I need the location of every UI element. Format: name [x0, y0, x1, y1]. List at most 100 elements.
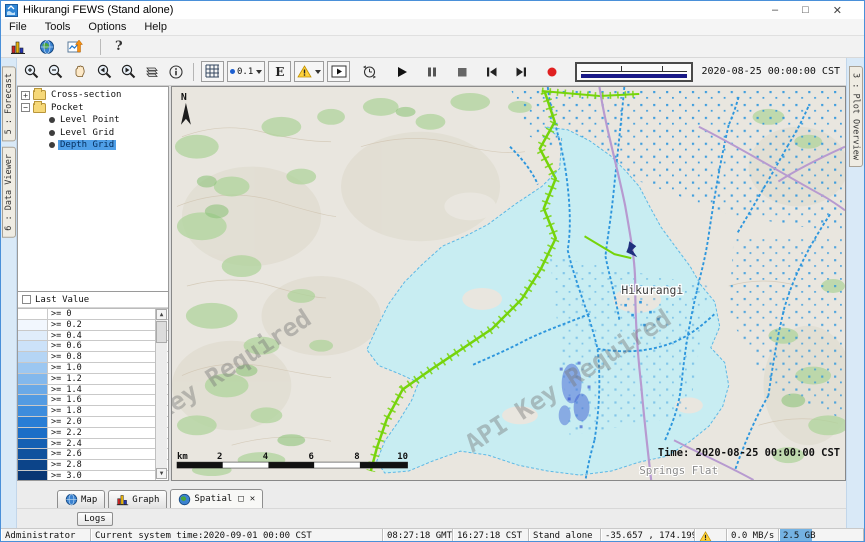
- legend-swatch: [18, 395, 48, 405]
- layers-icon[interactable]: [141, 62, 162, 82]
- legend-row: >= 1.2: [18, 374, 168, 385]
- svg-text:6: 6: [308, 452, 313, 462]
- step-back-icon[interactable]: [481, 62, 502, 82]
- tab-close-icon[interactable]: ✕: [250, 494, 255, 504]
- expand-icon[interactable]: +: [21, 91, 30, 100]
- legend-row: >= 0: [18, 309, 168, 320]
- town-label: Hikurangi: [621, 283, 683, 297]
- menu-options[interactable]: Options: [88, 21, 126, 33]
- tree-item-depth-grid[interactable]: Depth Grid: [18, 139, 168, 152]
- svg-text:km: km: [177, 452, 188, 462]
- last-value-checkbox[interactable]: [22, 295, 31, 304]
- help-icon[interactable]: ?: [115, 39, 123, 54]
- status-system-time: Current system time:2020-09-01 00:00 CST: [91, 529, 383, 542]
- legend-row: >= 0.8: [18, 352, 168, 363]
- legend-row: >= 0.2: [18, 320, 168, 331]
- legend-scrollbar[interactable]: ▲ ▼: [155, 309, 167, 479]
- step-forward-icon[interactable]: [511, 62, 532, 82]
- pause-icon[interactable]: [421, 62, 442, 82]
- contour-interval-value: 0.1: [237, 67, 253, 77]
- logs-row: Logs: [17, 508, 846, 528]
- tree-item-level-point[interactable]: Level Point: [18, 114, 168, 127]
- status-memory: 2.5 GB: [779, 529, 864, 542]
- tab-data-viewer[interactable]: 6 : Data Viewer: [2, 147, 16, 238]
- svg-text:N: N: [181, 92, 187, 103]
- legend-swatch: [18, 460, 48, 470]
- window-title: Hikurangi FEWS (Stand alone): [23, 4, 173, 16]
- elevation-button[interactable]: E: [268, 61, 291, 82]
- map-view[interactable]: API Key Required API Key Required Hikura…: [171, 86, 846, 481]
- info-icon[interactable]: [165, 62, 186, 82]
- folder-icon: [33, 90, 46, 100]
- legend-row: >= 1.4: [18, 385, 168, 396]
- bar-chart-display-icon[interactable]: [7, 37, 28, 57]
- scroll-up-icon[interactable]: ▲: [156, 309, 167, 320]
- menu-tools[interactable]: Tools: [45, 21, 71, 33]
- scrollbar-thumb[interactable]: [156, 321, 167, 343]
- tab-forecast[interactable]: 5 : Forecast: [2, 66, 16, 141]
- area-label: Springs Flat: [639, 464, 718, 477]
- tab-graph[interactable]: Graph: [108, 490, 167, 508]
- close-button[interactable]: ✕: [833, 4, 842, 17]
- collapse-icon[interactable]: −: [21, 103, 30, 112]
- scroll-down-icon[interactable]: ▼: [156, 468, 167, 479]
- left-panel: + Cross-section − Pocket Level P: [17, 86, 169, 481]
- zoom-out-icon[interactable]: [45, 62, 66, 82]
- status-coordinates: -35.657 , 174.199: [601, 529, 695, 542]
- zoom-in-icon[interactable]: [21, 62, 42, 82]
- grid-display-button[interactable]: [201, 61, 224, 82]
- tab-maximize-icon[interactable]: □: [238, 494, 243, 504]
- minimize-button[interactable]: –: [772, 4, 778, 17]
- legend-row: >= 0.4: [18, 331, 168, 342]
- map-canvas[interactable]: API Key Required API Key Required Hikura…: [172, 87, 845, 480]
- menu-bar: File Tools Options Help: [1, 19, 864, 36]
- legend-row: >= 1.0: [18, 363, 168, 374]
- leaf-bullet-icon: [49, 130, 55, 136]
- legend-row: >= 1.8: [18, 406, 168, 417]
- map-time-label: Time: 2020-08-25 00:00:00 CST: [658, 447, 840, 459]
- stop-icon[interactable]: [451, 62, 472, 82]
- legend-swatch: [18, 417, 48, 427]
- tree-item-pocket[interactable]: − Pocket: [18, 102, 168, 115]
- zoom-previous-icon[interactable]: [93, 62, 114, 82]
- globe-icon: [65, 493, 78, 506]
- animation-button[interactable]: [327, 61, 350, 82]
- toolbar-separator: [193, 63, 194, 81]
- maximize-button[interactable]: □: [802, 4, 809, 17]
- time-slider[interactable]: [575, 62, 692, 82]
- record-icon[interactable]: [541, 62, 562, 82]
- time-navigator-icon[interactable]: [359, 62, 380, 82]
- tree-item-cross-section[interactable]: + Cross-section: [18, 89, 168, 102]
- contour-dot-icon: [230, 69, 235, 74]
- contour-interval-dropdown[interactable]: 0.1: [227, 61, 265, 82]
- toolbar-separator: [100, 39, 101, 55]
- time-slider-range: [581, 74, 686, 77]
- status-warning[interactable]: [695, 529, 727, 542]
- tab-map[interactable]: Map: [57, 490, 105, 508]
- leaf-bullet-icon: [49, 117, 55, 123]
- pan-icon[interactable]: [69, 62, 90, 82]
- warning-icon: [699, 531, 712, 542]
- tab-spatial[interactable]: Spatial □ ✕: [170, 489, 263, 508]
- tab-plot-overview[interactable]: 3 : Plot Overview: [849, 66, 863, 167]
- legend-swatch: [18, 471, 48, 480]
- app-window: Hikurangi FEWS (Stand alone) – □ ✕ File …: [0, 0, 865, 542]
- bottom-gap: [17, 481, 846, 489]
- play-icon[interactable]: [391, 62, 412, 82]
- menu-help[interactable]: Help: [144, 21, 167, 33]
- zoom-next-icon[interactable]: [117, 62, 138, 82]
- thresholds-dropdown[interactable]: [294, 61, 324, 82]
- legend-swatch: [18, 341, 48, 351]
- spatial-display-icon[interactable]: [36, 37, 57, 57]
- tree-item-level-grid[interactable]: Level Grid: [18, 127, 168, 140]
- title-bar: Hikurangi FEWS (Stand alone) – □ ✕: [1, 1, 864, 19]
- legend-panel: Last Value >= 0 >= 0.2 >= 0.4 >= 0.6 >= …: [17, 292, 169, 481]
- app-logo-icon: [5, 4, 18, 17]
- legend-row: >= 2.8: [18, 460, 168, 471]
- logs-button[interactable]: Logs: [77, 512, 113, 526]
- svg-text:2: 2: [217, 452, 222, 462]
- data-export-icon[interactable]: [65, 37, 86, 57]
- svg-text:10: 10: [397, 452, 408, 462]
- legend-rows: >= 0 >= 0.2 >= 0.4 >= 0.6 >= 0.8 >= 1.0 …: [18, 308, 168, 480]
- menu-file[interactable]: File: [9, 21, 27, 33]
